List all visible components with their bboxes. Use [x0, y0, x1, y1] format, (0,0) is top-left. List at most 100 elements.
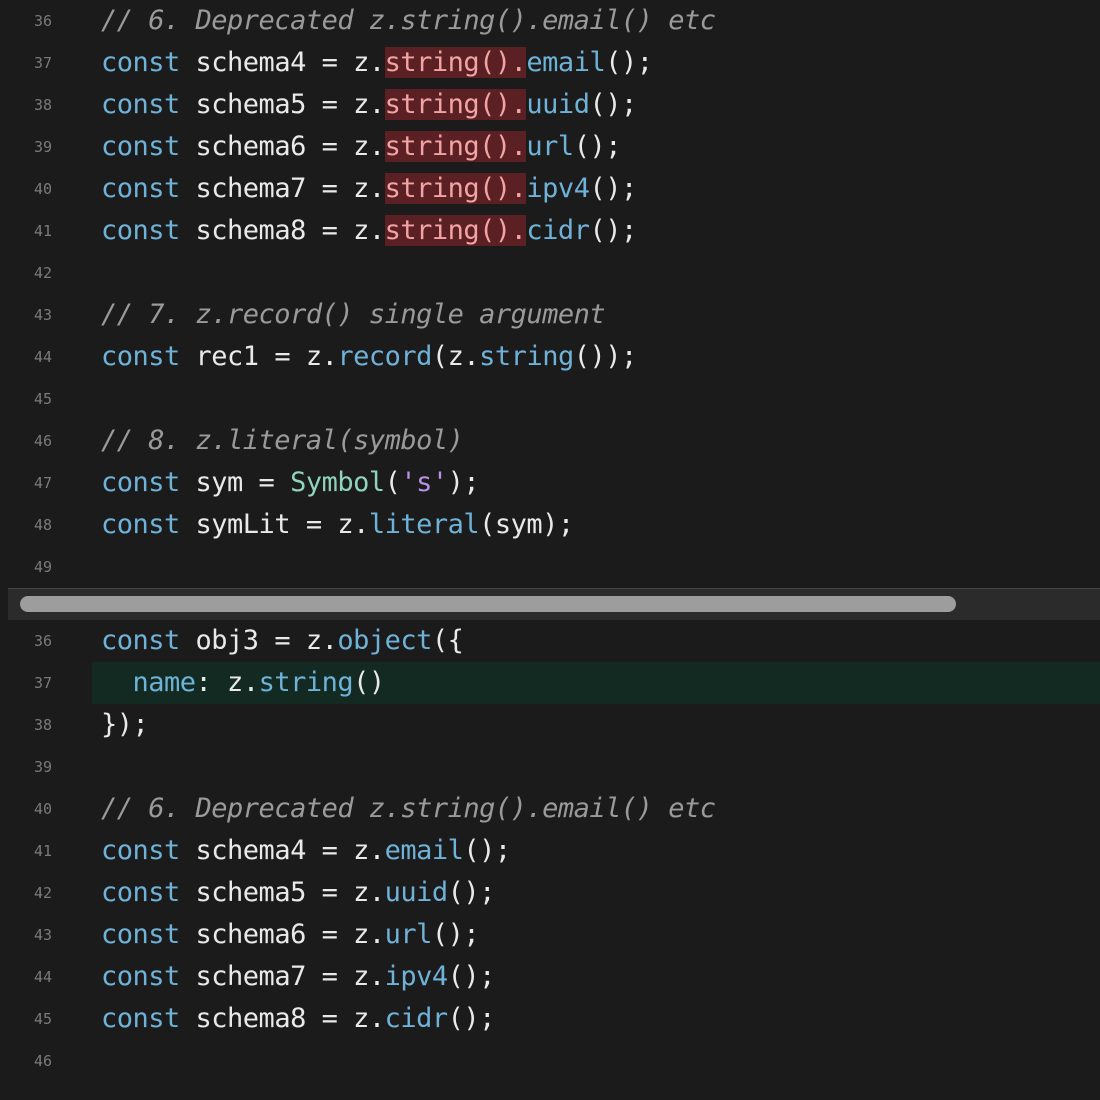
code-line[interactable]: 36// 6. Deprecated z.string().email() et… [0, 0, 1100, 42]
code-line[interactable]: 43// 7. z.record() single argument [0, 294, 1100, 336]
code-text[interactable]: const obj3 = z.object({ [101, 620, 464, 662]
code-token: rec1 = z. [179, 341, 338, 372]
code-token: (z. [431, 341, 480, 372]
code-line[interactable]: 43 const schema6 = z.url(); [0, 914, 1100, 956]
code-token: url [384, 919, 433, 950]
code-token: (); [447, 961, 496, 992]
code-token: ()); [573, 341, 638, 372]
code-token: literal [368, 509, 480, 540]
code-token: const [101, 877, 180, 908]
code-text[interactable]: // 7. z.record() single argument [101, 294, 606, 336]
code-text[interactable]: const schema6 = z.url(); [101, 914, 480, 956]
code-text[interactable]: name: z.string() [101, 662, 386, 704]
code-line[interactable]: 44 const schema7 = z.ipv4(); [0, 956, 1100, 998]
deleted-token: string(). [384, 131, 527, 162]
code-token: const [101, 173, 180, 204]
horizontal-scrollbar-thumb[interactable] [20, 596, 956, 612]
code-text[interactable]: const schema5 = z.string().uuid(); [101, 84, 637, 126]
code-text[interactable]: // 6. Deprecated z.string().email() etc [101, 788, 716, 830]
code-token: (); [573, 131, 622, 162]
code-token: sym = [179, 467, 291, 498]
editor-left-edge [0, 0, 8, 1100]
code-line[interactable]: 47 const sym = Symbol('s'); [0, 462, 1100, 504]
code-token: ipv4 [526, 173, 590, 204]
code-line[interactable]: 42 const schema5 = z.uuid(); [0, 872, 1100, 914]
code-line[interactable]: 40 const schema7 = z.string().ipv4(); [0, 168, 1100, 210]
modified-code-pane[interactable]: 36 const obj3 = z.object({37 name: z.stri… [0, 620, 1100, 1100]
code-line[interactable]: 38 const schema5 = z.string().uuid(); [0, 84, 1100, 126]
code-token: schema5 = z. [179, 877, 386, 908]
code-text[interactable]: const sym = Symbol('s'); [101, 462, 480, 504]
code-token: const [101, 47, 180, 78]
diff-pane-divider[interactable] [8, 588, 1100, 622]
code-line[interactable]: 45 [0, 378, 1100, 420]
code-token: string [479, 341, 574, 372]
code-token: schema7 = z. [179, 961, 386, 992]
code-token: email [384, 835, 464, 866]
code-token: (); [447, 1003, 496, 1034]
code-line[interactable]: 37 const schema4 = z.string().email(); [0, 42, 1100, 84]
code-line[interactable]: 46// 8. z.literal(symbol) [0, 420, 1100, 462]
code-token: (); [447, 877, 496, 908]
code-text[interactable]: const schema4 = z.email(); [101, 830, 511, 872]
code-text[interactable]: const schema5 = z.uuid(); [101, 872, 495, 914]
code-text[interactable]: const schema8 = z.string().cidr(); [101, 210, 637, 252]
code-line[interactable]: 38}); [0, 704, 1100, 746]
code-token: uuid [526, 89, 590, 120]
code-text[interactable]: const schema7 = z.string().ipv4(); [101, 168, 637, 210]
code-token: ipv4 [384, 961, 449, 992]
code-token: const [101, 467, 180, 498]
code-token: const [101, 131, 180, 162]
code-text[interactable]: // 8. z.literal(symbol) [101, 420, 464, 462]
code-token: object [337, 625, 432, 656]
code-line[interactable]: 49 [0, 546, 1100, 588]
code-line-changed[interactable]: 37 name: z.string() [0, 662, 1100, 704]
code-text[interactable]: const symLit = z.literal(sym); [101, 504, 574, 546]
code-line[interactable]: 48 const symLit = z.literal(sym); [0, 504, 1100, 546]
code-text[interactable]: const schema4 = z.string().email(); [101, 42, 653, 84]
code-text[interactable]: }); [101, 704, 149, 746]
code-token: (); [431, 919, 480, 950]
code-text[interactable]: const rec1 = z.record(z.string()); [101, 336, 637, 378]
deleted-token: string(). [384, 215, 527, 246]
code-token: (); [589, 89, 637, 120]
deleted-token: string(). [384, 173, 527, 204]
code-token: const [101, 89, 180, 120]
code-token: // 8. z.literal(symbol) [101, 425, 464, 456]
code-line[interactable]: 36 const obj3 = z.object({ [0, 620, 1100, 662]
code-line[interactable]: 39 [0, 746, 1100, 788]
code-token: cidr [384, 1003, 449, 1034]
code-token: const [101, 835, 180, 866]
code-line[interactable]: 41 const schema4 = z.email(); [0, 830, 1100, 872]
code-token: email [526, 47, 606, 78]
code-line[interactable]: 46 [0, 1040, 1100, 1082]
original-code-pane[interactable]: 36// 6. Deprecated z.string().email() et… [0, 0, 1100, 590]
code-token: schema5 = z. [179, 89, 386, 120]
code-token: schema4 = z. [179, 835, 386, 866]
code-token: ( [384, 467, 401, 498]
code-text[interactable]: // 6. Deprecated z.string().email() etc [101, 0, 716, 42]
code-token: // 6. Deprecated z.string().email() etc [101, 793, 716, 824]
code-token: // 7. z.record() single argument [101, 299, 606, 330]
code-line[interactable]: 39 const schema6 = z.string().url(); [0, 126, 1100, 168]
code-text[interactable]: const schema8 = z.cidr(); [101, 998, 495, 1040]
code-token: symLit = z. [179, 509, 370, 540]
code-token: const [101, 509, 180, 540]
code-line[interactable]: 44 const rec1 = z.record(z.string()); [0, 336, 1100, 378]
code-token: (); [589, 173, 637, 204]
deleted-token: string(). [384, 47, 527, 78]
code-token: ); [447, 467, 480, 498]
code-token: (); [463, 835, 511, 866]
code-text[interactable]: const schema7 = z.ipv4(); [101, 956, 495, 998]
code-token: string [258, 667, 354, 698]
code-token: (); [589, 215, 637, 246]
code-line[interactable]: 42 [0, 252, 1100, 294]
code-token: schema8 = z. [179, 1003, 386, 1034]
code-text[interactable]: const schema6 = z.string().url(); [101, 126, 621, 168]
code-token: const [101, 341, 180, 372]
code-token: const [101, 625, 180, 656]
code-line[interactable]: 40// 6. Deprecated z.string().email() et… [0, 788, 1100, 830]
code-line[interactable]: 41 const schema8 = z.string().cidr(); [0, 210, 1100, 252]
code-line[interactable]: 45 const schema8 = z.cidr(); [0, 998, 1100, 1040]
